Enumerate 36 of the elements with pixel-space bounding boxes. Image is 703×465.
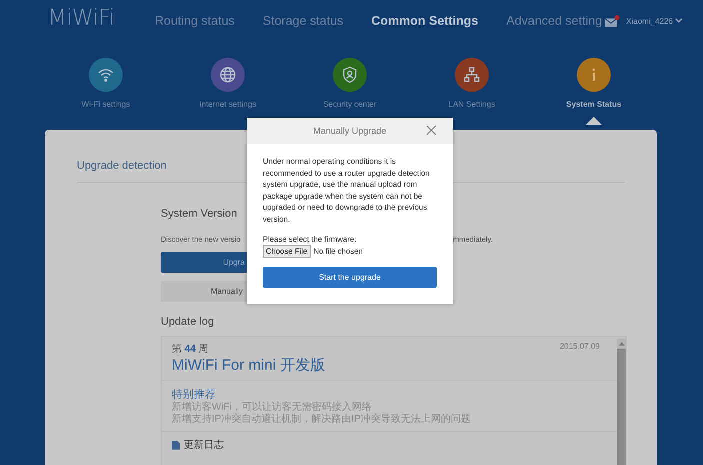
setting-label[interactable]: System Status xyxy=(566,100,622,109)
manual-upgrade-button[interactable]: Manually xyxy=(161,281,247,302)
dialog-title: Manually Upgrade xyxy=(313,126,387,136)
wifi-setting-icon[interactable] xyxy=(89,58,123,92)
nav-tab[interactable]: Advanced setting xyxy=(506,14,602,28)
network-setting-icon[interactable] xyxy=(455,58,489,92)
scrollbar[interactable] xyxy=(617,339,626,465)
setting-label[interactable]: Security center xyxy=(323,100,377,109)
pointer-icon xyxy=(586,117,602,125)
issue-label: 第 44 周 xyxy=(172,343,209,356)
release-date: 2015.07.09 xyxy=(560,342,600,353)
logo: MiWiFi xyxy=(48,6,116,30)
setting-label[interactable]: Wi-Fi settings xyxy=(82,100,130,109)
release-title: MiWiFi For mini 开发版 xyxy=(172,356,326,376)
user-menu[interactable]: Xiaomi_4226 xyxy=(626,16,674,26)
nav-tab[interactable]: Common Settings xyxy=(372,14,478,28)
panel-title: Upgrade detection xyxy=(77,160,167,172)
document-icon xyxy=(172,440,180,450)
featured-heading: 特别推荐 xyxy=(172,388,217,402)
start-upgrade-button[interactable]: Start the upgrade xyxy=(263,267,437,288)
chevron-down-icon[interactable] xyxy=(675,18,684,24)
setting-label[interactable]: LAN Settings xyxy=(448,100,496,109)
nav-tab[interactable]: Routing status xyxy=(155,14,235,28)
setting-label[interactable]: Internet settings xyxy=(200,100,256,109)
info-setting-icon[interactable] xyxy=(577,58,611,92)
close-icon[interactable] xyxy=(427,126,436,135)
globe-setting-icon[interactable] xyxy=(211,58,245,92)
section-heading: System Version xyxy=(161,208,238,220)
changelog-heading: 更新日志 xyxy=(184,438,224,452)
section-heading: Update log xyxy=(161,316,214,328)
upgrade-button[interactable]: Upgra xyxy=(161,252,247,273)
mail-icon[interactable] xyxy=(605,14,620,28)
featured-line: 新增支持IP冲突自动避让机制，解决路由IP冲突导致无法上网的问题 xyxy=(172,414,472,426)
shield-setting-icon[interactable] xyxy=(333,58,367,92)
nav-tab[interactable]: Storage status xyxy=(262,14,344,28)
featured-line: 新增访客WiFi，可以让访客无需密码接入网络 xyxy=(172,402,373,414)
